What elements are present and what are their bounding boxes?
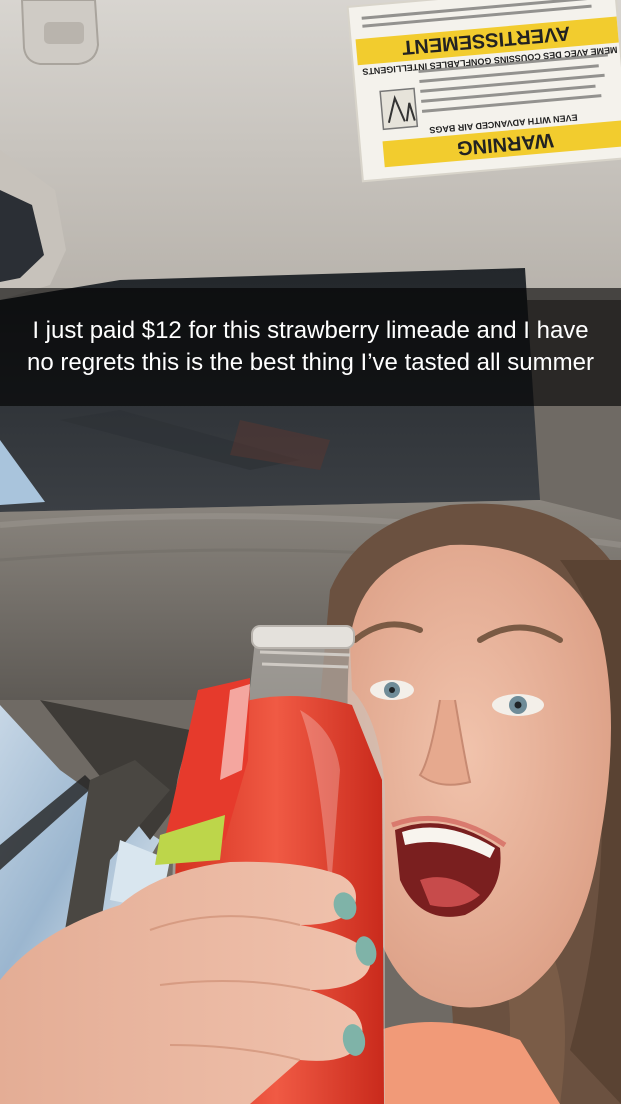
bottle-cap-rim xyxy=(251,625,355,649)
grab-handle-slot xyxy=(44,22,84,44)
selfie-scene: AVERTISSEMENT MEME AVEC DES COUSSINS GON… xyxy=(0,0,621,1104)
snap-photo: AVERTISSEMENT MEME AVEC DES COUSSINS GON… xyxy=(0,0,621,1104)
caption-text: I just paid $12 for this strawberry lime… xyxy=(27,317,594,376)
caption-bar[interactable]: I just paid $12 for this strawberry lime… xyxy=(0,288,621,406)
airbag-warning-label: AVERTISSEMENT MEME AVEC DES COUSSINS GON… xyxy=(346,0,621,183)
